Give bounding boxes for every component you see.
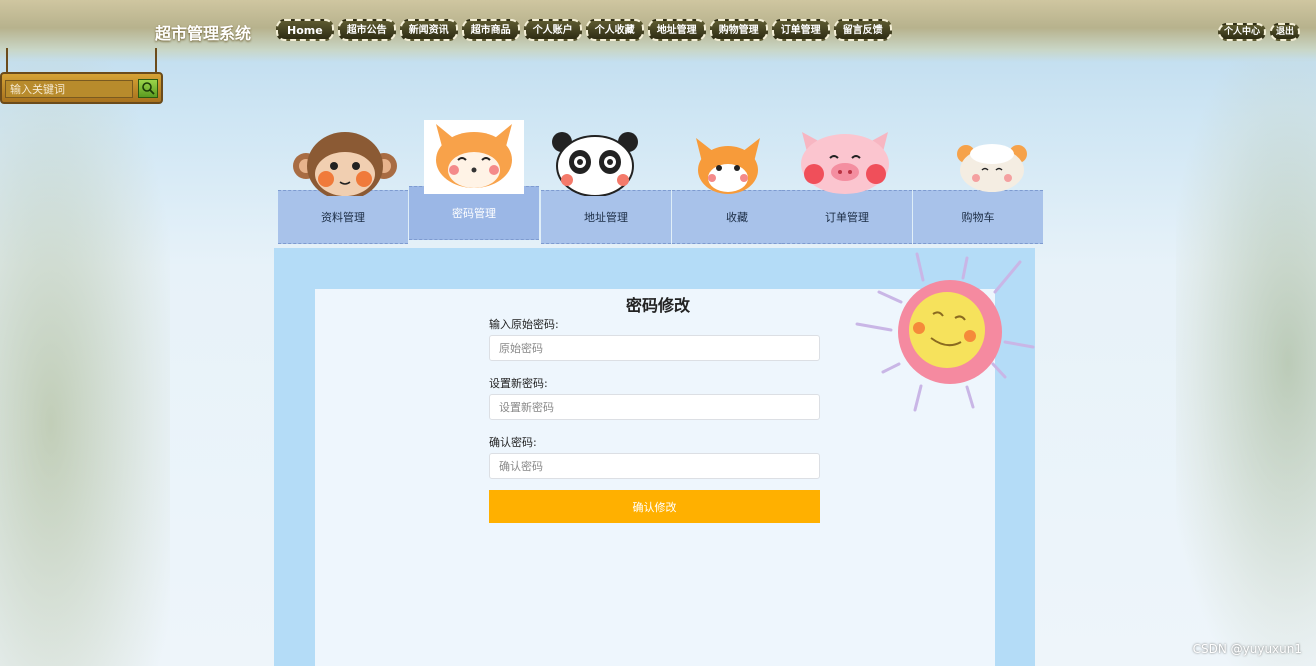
search-button[interactable] — [138, 79, 158, 98]
panda-icon — [552, 132, 638, 196]
nav-feedback[interactable]: 留言反馈 — [833, 19, 892, 41]
site-title: 超市管理系统 — [155, 24, 252, 43]
confirm-password-label: 确认密码: — [489, 436, 537, 449]
scenery-right — [1176, 60, 1316, 666]
sheep-icon — [957, 144, 1027, 192]
sign-rope — [6, 48, 8, 74]
watermark: CSDN @yuyuxun1 — [1192, 642, 1302, 656]
sun-icon — [855, 252, 1035, 412]
tab-address[interactable]: 地址管理 — [541, 190, 671, 244]
sign-rope — [155, 48, 157, 74]
nav-orders[interactable]: 订单管理 — [771, 19, 830, 41]
search-input[interactable] — [5, 80, 133, 98]
pig-icon — [801, 132, 889, 194]
search-sign — [0, 48, 163, 104]
tab-label: 密码管理 — [452, 207, 496, 220]
form-title: 密码修改 — [625, 296, 690, 315]
scenery-left — [0, 60, 170, 666]
old-password-label: 输入原始密码: — [489, 318, 559, 331]
nav-news[interactable]: 新闻资讯 — [399, 19, 458, 41]
logout-button[interactable]: 退出 — [1270, 23, 1301, 41]
fox-icon — [424, 120, 524, 194]
main-nav: Home 超市公告 新闻资讯 超市商品 个人账户 个人收藏 地址管理 购物管理 … — [276, 19, 892, 41]
nav-shopping[interactable]: 购物管理 — [709, 19, 768, 41]
tab-label: 地址管理 — [584, 211, 628, 224]
search-icon — [142, 82, 155, 95]
confirm-change-button[interactable]: 确认修改 — [489, 490, 820, 523]
nav-address[interactable]: 地址管理 — [647, 19, 706, 41]
tab-cart[interactable]: 购物车 — [913, 190, 1043, 244]
new-password-label: 设置新密码: — [489, 377, 548, 390]
tab-password[interactable]: 密码管理 — [409, 186, 539, 240]
cat-icon — [696, 138, 760, 194]
tab-label: 资料管理 — [321, 211, 365, 224]
account-tabs: 资料管理 密码管理 地址管理 收藏 订单管理 购物车 — [278, 118, 1043, 246]
user-links: 个人中心 退出 — [1218, 23, 1301, 41]
top-header: 超市管理系统 Home 超市公告 新闻资讯 超市商品 个人账户 个人收藏 地址管… — [0, 0, 1316, 62]
confirm-password-input[interactable] — [489, 453, 820, 479]
old-password-input[interactable] — [489, 335, 820, 361]
new-password-input[interactable] — [489, 394, 820, 420]
monkey-icon — [293, 132, 397, 196]
user-center-button[interactable]: 个人中心 — [1218, 23, 1267, 41]
tab-label: 购物车 — [961, 211, 995, 224]
nav-announcements[interactable]: 超市公告 — [337, 19, 396, 41]
nav-home[interactable]: Home — [276, 19, 334, 41]
tab-orders[interactable]: 订单管理 — [782, 190, 912, 244]
nav-products[interactable]: 超市商品 — [461, 19, 520, 41]
nav-favorites[interactable]: 个人收藏 — [585, 19, 644, 41]
nav-account[interactable]: 个人账户 — [523, 19, 582, 41]
tab-profile[interactable]: 资料管理 — [278, 190, 408, 244]
tab-label: 订单管理 — [825, 211, 869, 224]
